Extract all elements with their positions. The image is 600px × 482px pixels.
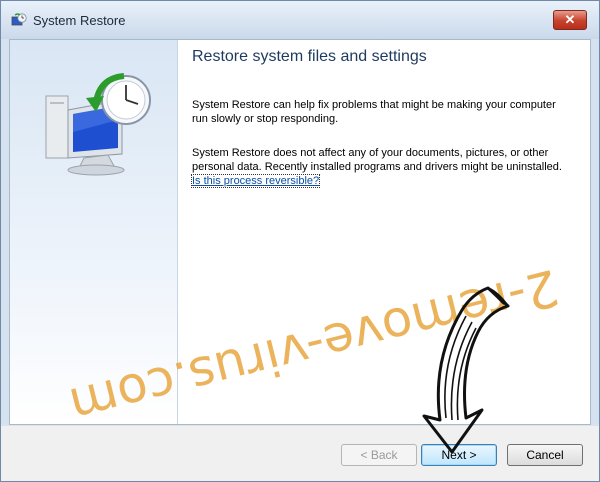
system-restore-icon [11,13,27,26]
cancel-button[interactable]: Cancel [507,444,583,466]
window-title: System Restore [33,13,126,28]
system-restore-window: System Restore ✕ Restore system files an… [0,0,600,482]
button-bar: < Back Next > Cancel [1,425,599,481]
system-restore-illustration [45,73,151,176]
next-button[interactable]: Next > [421,444,497,466]
info-paragraph: System Restore does not affect any of yo… [190,146,562,188]
close-button[interactable]: ✕ [553,10,587,30]
reversible-help-link[interactable]: Is this process reversible? [190,174,321,188]
page-heading: Restore system files and settings [192,48,427,65]
description-paragraph: System Restore can help fix problems tha… [192,99,556,125]
side-panel [10,40,178,424]
wizard-body: Restore system files and settings System… [9,39,591,425]
info-text: System Restore does not affect any of yo… [192,147,562,173]
close-icon: ✕ [564,12,576,27]
title-bar: System Restore ✕ [1,1,599,39]
back-button[interactable]: < Back [341,444,417,466]
